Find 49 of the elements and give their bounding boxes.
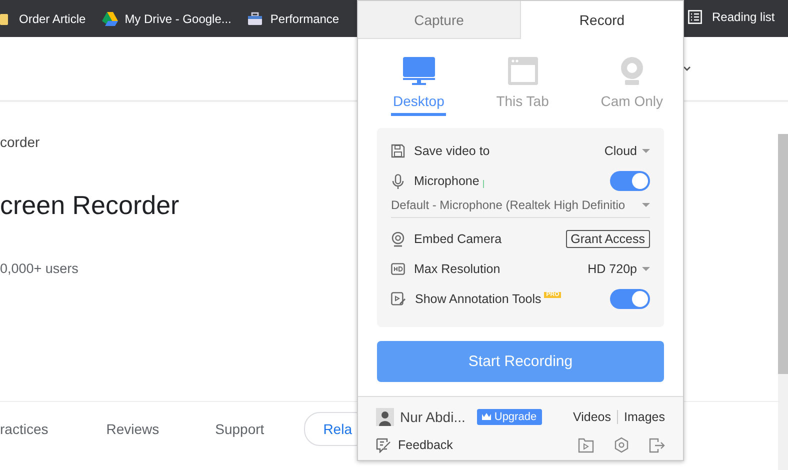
setting-label: Save video to bbox=[414, 144, 490, 158]
extension-title: creen Recorder bbox=[0, 190, 180, 221]
footer-link[interactable]: Videos bbox=[573, 410, 611, 424]
bookmark-link[interactable]: Order Article bbox=[19, 12, 86, 26]
toggle-switch[interactable] bbox=[610, 289, 650, 309]
breadcrumb-text: corder bbox=[0, 134, 40, 150]
webcam-icon bbox=[618, 57, 645, 85]
bookmark-link[interactable]: Performance bbox=[270, 12, 340, 26]
toggle-switch[interactable] bbox=[610, 171, 650, 191]
setting-label: Show Annotation Tools bbox=[415, 292, 542, 306]
folder-icon bbox=[0, 12, 8, 26]
crown-icon bbox=[482, 413, 492, 421]
mic-level-indicator bbox=[483, 180, 486, 188]
reading-list-icon bbox=[688, 10, 702, 24]
dropdown-arrow-icon bbox=[642, 203, 650, 207]
setting-dropdown[interactable]: Cloud bbox=[604, 144, 650, 158]
microphone-select[interactable]: Default - Microphone (Realtek High Definitio bbox=[391, 196, 650, 218]
dropdown-arrow-icon bbox=[642, 267, 650, 271]
briefcase-icon bbox=[247, 12, 264, 26]
reading-list-link[interactable]: Reading list bbox=[712, 10, 775, 24]
monitor-icon bbox=[402, 57, 435, 85]
setting-dropdown[interactable]: HD 720p bbox=[588, 262, 650, 276]
avatar-icon bbox=[376, 408, 394, 426]
bookmark-link[interactable]: My Drive - Google... bbox=[124, 12, 232, 26]
browser-window-icon bbox=[508, 57, 538, 85]
video-folder-icon[interactable] bbox=[578, 438, 594, 452]
page-tab[interactable]: Reviews bbox=[106, 421, 160, 437]
webcam-icon bbox=[391, 232, 405, 246]
page-tab[interactable]: Support bbox=[215, 421, 264, 437]
popup-tab[interactable]: Record bbox=[521, 1, 683, 39]
hd-icon bbox=[391, 262, 405, 276]
dropdown-arrow-icon bbox=[642, 149, 650, 153]
popup-tab[interactable]: Capture bbox=[358, 1, 521, 39]
settings-icon[interactable] bbox=[614, 437, 629, 453]
annotation-icon bbox=[391, 292, 406, 306]
user-name: Nur Abdi... bbox=[400, 409, 466, 425]
footer-link[interactable]: Images bbox=[624, 410, 665, 424]
sign-out-icon[interactable] bbox=[649, 438, 665, 452]
setting-label: Microphone bbox=[414, 174, 480, 188]
feedback-link[interactable]: Feedback bbox=[398, 438, 453, 452]
user-count: 0,000+ users bbox=[0, 261, 78, 276]
microphone-icon bbox=[391, 174, 405, 188]
page-tab[interactable]: ractices bbox=[0, 421, 48, 437]
setting-label: Max Resolution bbox=[414, 262, 500, 276]
scrollbar-thumb[interactable] bbox=[778, 134, 788, 374]
setting-label: Embed Camera bbox=[414, 232, 502, 246]
grant-access-button[interactable]: Grant Access bbox=[566, 230, 650, 248]
feedback-icon bbox=[376, 438, 392, 452]
drive-icon bbox=[102, 12, 118, 26]
